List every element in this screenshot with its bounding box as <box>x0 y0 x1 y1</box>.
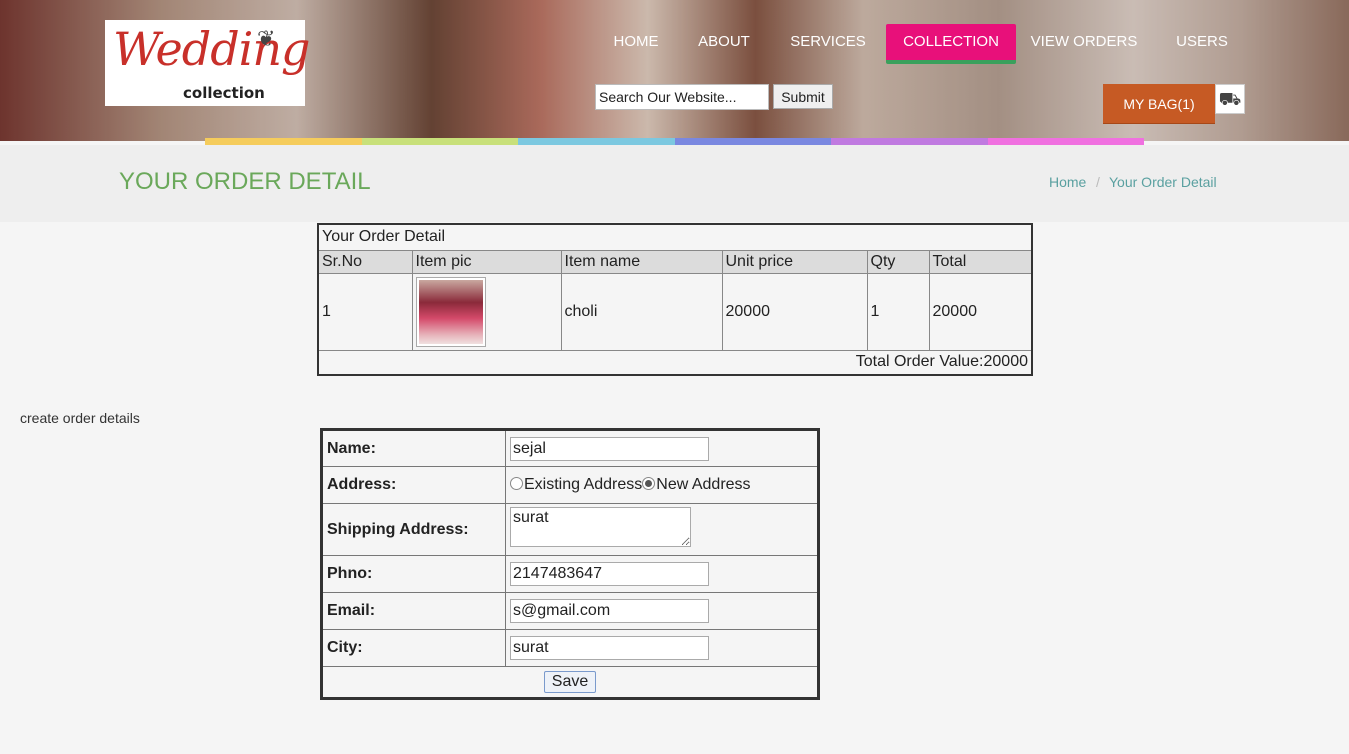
phno-field[interactable] <box>510 562 709 586</box>
cell-total: 20000 <box>928 272 1033 351</box>
col-header-sr: Sr.No <box>317 249 413 274</box>
color-strip-segment <box>518 138 675 145</box>
email-label: Email: <box>321 592 506 630</box>
order-detail-table: Your Order Detail Sr.No Item pic Item na… <box>317 223 1033 376</box>
new-address-radio[interactable] <box>642 477 656 490</box>
name-field[interactable] <box>510 436 709 461</box>
existing-address-label[interactable]: Existing Address <box>524 476 642 493</box>
table-row: 1 choli 20000 1 20000 <box>317 272 1033 351</box>
nav-view-orders[interactable]: VIEW ORDERS <box>1022 24 1146 60</box>
logo-sub-text: collection <box>183 84 265 102</box>
cart-icon[interactable]: ⛟ <box>1215 84 1245 114</box>
phno-label: Phno: <box>321 555 506 593</box>
address-label: Address: <box>321 466 506 504</box>
nav-home[interactable]: HOME <box>600 24 672 60</box>
logo-ornament-icon: ❦ <box>257 26 276 51</box>
email-field[interactable] <box>510 599 709 623</box>
breadcrumb-home[interactable]: Home <box>1049 174 1086 190</box>
city-label: City: <box>321 629 506 667</box>
item-thumbnail[interactable] <box>415 276 486 347</box>
col-header-unit-price: Unit price <box>721 249 868 274</box>
cell-unit-price: 20000 <box>721 272 868 351</box>
nav-services[interactable]: SERVICES <box>778 24 878 60</box>
color-strip-segment <box>987 138 1144 145</box>
page-title: YOUR ORDER DETAIL <box>119 168 371 195</box>
name-label: Name: <box>321 429 506 467</box>
order-table-caption: Your Order Detail <box>317 223 1033 251</box>
existing-address-radio[interactable] <box>510 477 523 490</box>
color-strip-segment <box>361 138 518 145</box>
order-total-value: Total Order Value:20000 <box>317 349 1033 376</box>
breadcrumb-separator: / <box>1096 174 1100 190</box>
col-header-total: Total <box>928 249 1033 274</box>
cell-item-pic <box>411 272 562 351</box>
nav-users[interactable]: USERS <box>1164 24 1240 60</box>
col-header-qty: Qty <box>866 249 930 274</box>
breadcrumb-current: Your Order Detail <box>1109 174 1217 190</box>
nav-collection[interactable]: COLLECTION <box>886 24 1016 64</box>
color-strip <box>205 138 1144 145</box>
create-order-heading: create order details <box>20 410 140 426</box>
shipping-address-field[interactable]: surat <box>510 507 691 547</box>
new-address-label[interactable]: New Address <box>656 476 750 493</box>
order-form: Name: Address: Existing Address New Addre… <box>320 428 820 700</box>
col-header-item-pic: Item pic <box>411 249 562 274</box>
order-header-row: Sr.No Item pic Item name Unit price Qty … <box>317 249 1033 274</box>
site-logo[interactable]: Wedding ❦ collection <box>105 20 310 106</box>
search-input[interactable] <box>595 84 769 110</box>
color-strip-segment <box>674 138 831 145</box>
cell-item-name: choli <box>560 272 723 351</box>
search-submit-button[interactable]: Submit <box>773 84 833 109</box>
nav-about[interactable]: ABOUT <box>686 24 762 60</box>
col-header-item-name: Item name <box>560 249 723 274</box>
save-button[interactable]: Save <box>543 671 597 693</box>
shipping-address-label: Shipping Address: <box>321 503 506 556</box>
cell-sr: 1 <box>317 272 413 351</box>
my-bag-button[interactable]: MY BAG(1) <box>1103 84 1215 124</box>
city-field[interactable] <box>510 636 709 660</box>
cell-qty: 1 <box>866 272 930 351</box>
color-strip-segment <box>205 138 362 145</box>
color-strip-segment <box>831 138 988 145</box>
logo-script-text: Wedding <box>113 22 310 76</box>
